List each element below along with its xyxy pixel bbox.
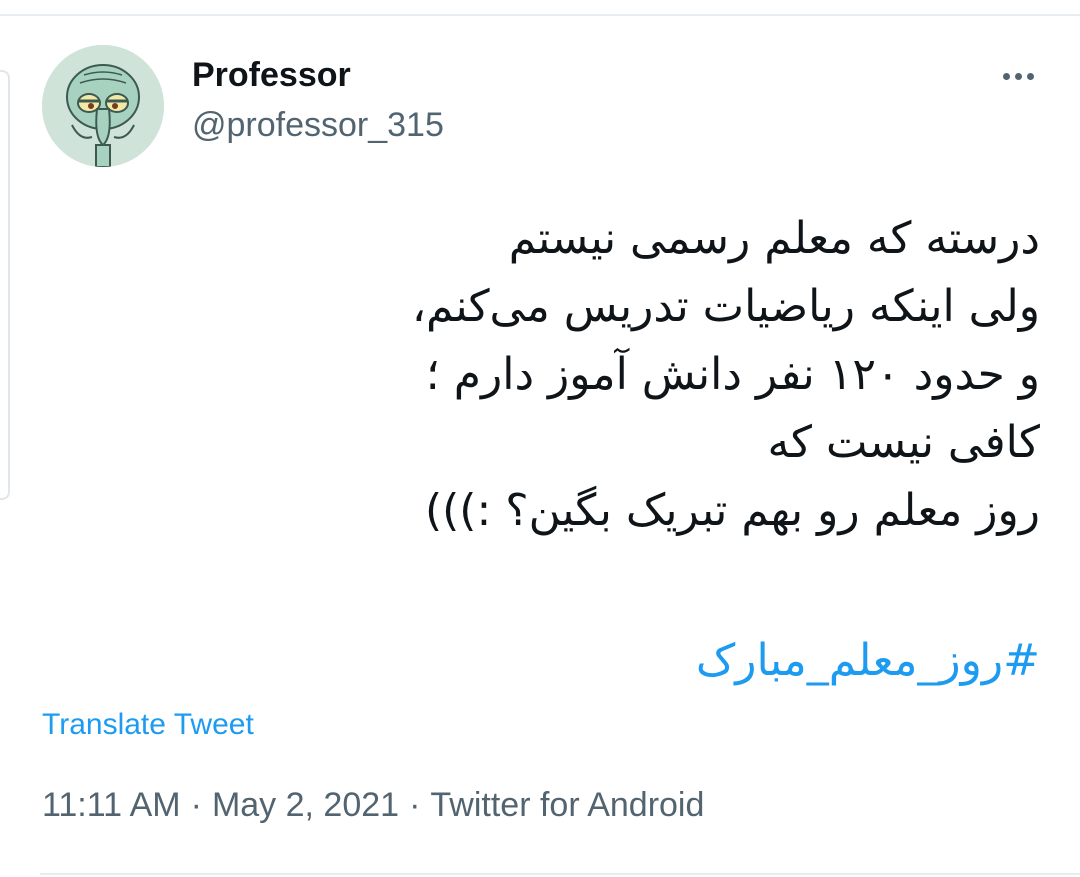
display-name[interactable]: Professor (192, 56, 351, 95)
scrollbar-edge (0, 70, 10, 500)
bottom-divider (40, 873, 1080, 875)
translate-tweet-link[interactable]: Translate Tweet (42, 708, 254, 742)
avatar[interactable] (42, 45, 164, 167)
more-options-button[interactable] (996, 62, 1040, 90)
tweet-line: ولی اینکه ریاضیات تدریس می‌کنم، (411, 281, 1040, 332)
tweet-line: و حدود ۱۲۰ نفر دانش آموز دارم ؛ (425, 349, 1040, 400)
tweet-text: درسته که معلم رسمی نیستم ولی اینکه ریاضی… (160, 205, 1040, 545)
tweet-time[interactable]: 11:11 AM (42, 786, 181, 825)
hashtag-link[interactable]: #روز_معلم_مبارک (696, 627, 1040, 695)
tweet-source-link[interactable]: Twitter for Android (430, 786, 704, 825)
user-handle[interactable]: @professor_315 (192, 106, 444, 145)
cartoon-face-avatar-icon (42, 45, 164, 167)
tweet-date[interactable]: May 2, 2021 (212, 786, 399, 825)
tweet-line: کافی نیست که (767, 417, 1040, 468)
more-options-icon-dot (1014, 72, 1022, 80)
separator: · (190, 786, 202, 824)
top-divider (0, 14, 1080, 16)
separator: · (409, 786, 421, 824)
tweet-line: درسته که معلم رسمی نیستم (508, 213, 1040, 264)
more-options-icon-dot (1026, 72, 1034, 80)
tweet-metadata: 11:11 AM · May 2, 2021 · Twitter for And… (42, 786, 704, 825)
tweet-line: روز معلم رو بهم تبریک بگین؟ :))) (424, 485, 1040, 536)
more-options-icon (1002, 72, 1010, 80)
